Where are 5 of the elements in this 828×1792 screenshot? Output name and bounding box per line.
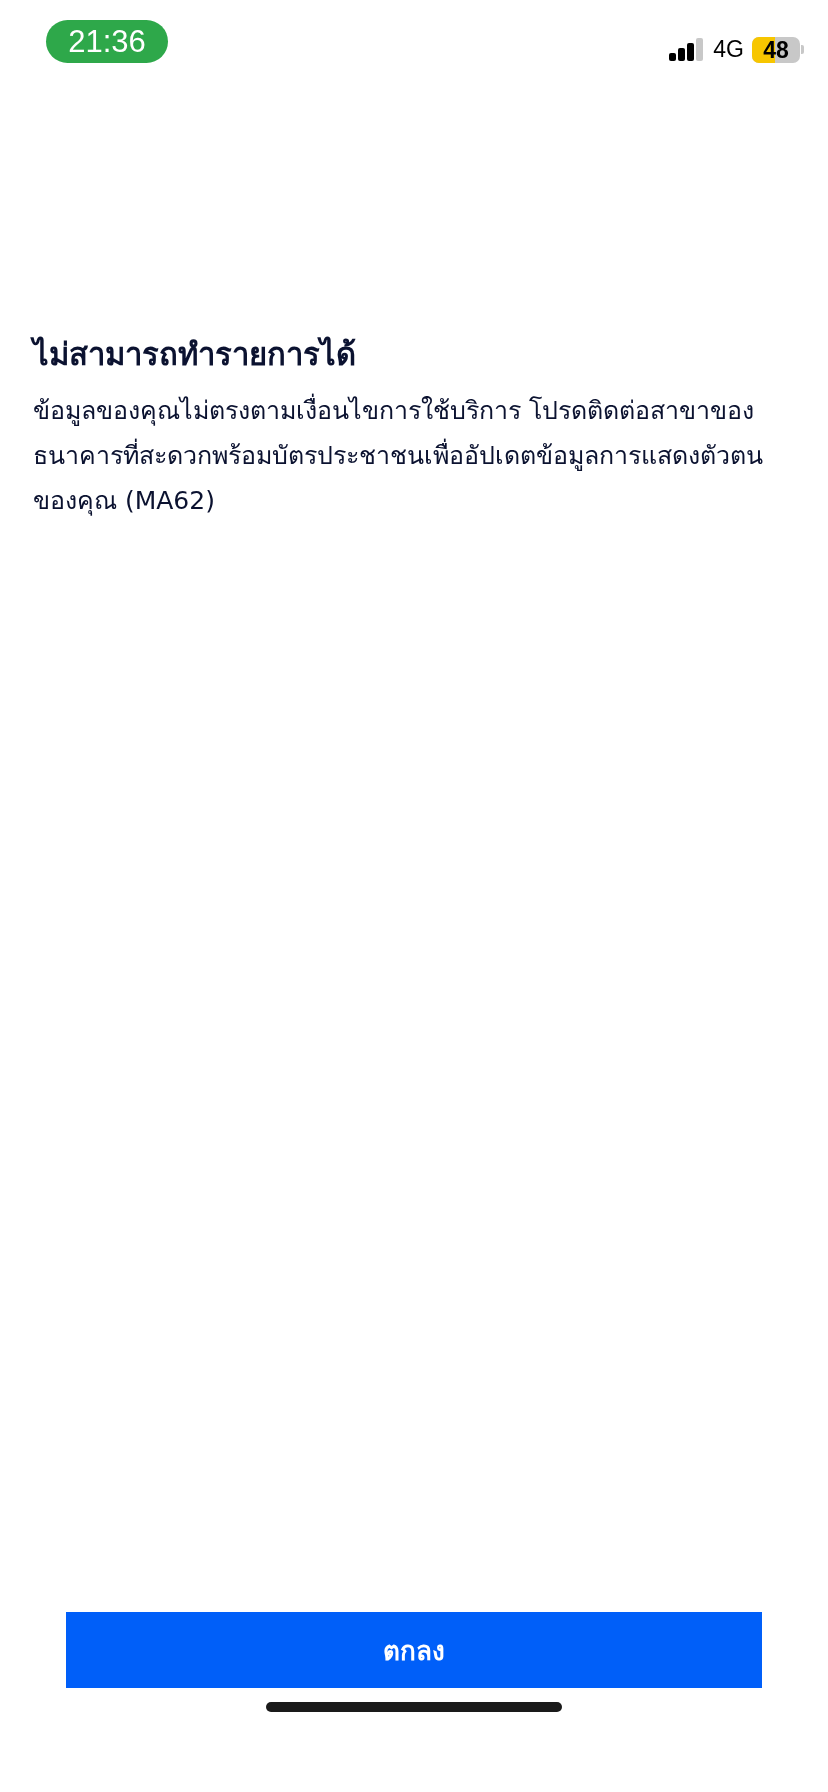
error-message: ข้อมูลของคุณไม่ตรงตามเงื่อนไขการใช้บริการ โปรดติดต่อสาขาของธนาคารที่สะดวกพร้อมบัตรประชาชนเพื่ออัปเดตข้อมูลการแสดงตัวตนของคุณ (MA62) — [33, 388, 795, 523]
ok-button[interactable]: ตกลง — [66, 1612, 762, 1688]
network-label: 4G — [713, 36, 744, 63]
status-time: 21:36 — [46, 20, 168, 63]
signal-icon — [669, 37, 706, 62]
